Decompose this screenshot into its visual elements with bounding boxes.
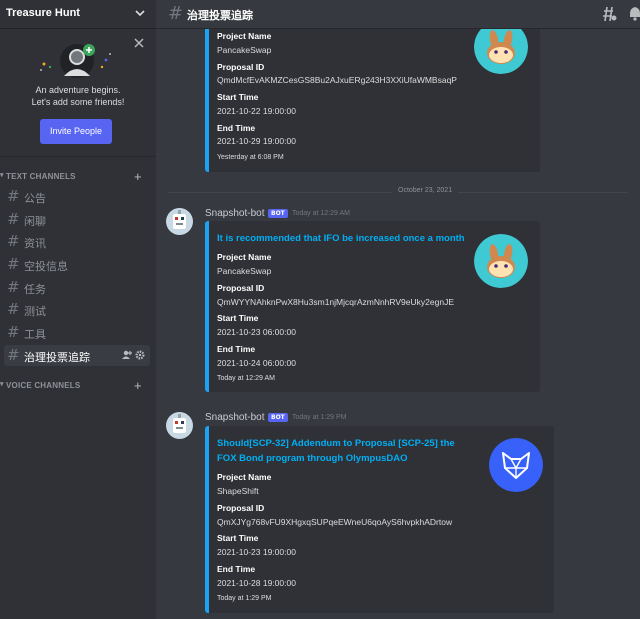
hash-icon: # [7, 187, 20, 205]
invite-people-button[interactable]: Invite People [40, 119, 112, 144]
channel-item[interactable]: # 测试 [4, 299, 150, 320]
field-name: Proposal ID [217, 62, 265, 72]
threads-icon[interactable] [601, 6, 617, 22]
channel-item[interactable]: # 资讯 [4, 231, 150, 252]
hash-icon: # [7, 323, 20, 341]
embed-title-link[interactable]: It is recommended that IFO be increased … [217, 231, 477, 246]
field-value: PancakeSwap [217, 266, 272, 276]
field-value: 2021-10-23 19:00:00 [217, 547, 296, 557]
channel-name: 公告 [24, 192, 46, 205]
proposal-embed: Project Name PancakeSwap Proposal ID Qmd… [205, 29, 540, 172]
category-label: VOICE CHANNELS [6, 381, 81, 390]
category-voice-channels[interactable]: ▾ VOICE CHANNELS + [0, 378, 156, 394]
proposal-embed: Should[SCP-32] Addendum to Proposal [SCP… [205, 426, 554, 613]
field-value: 2021-10-28 19:00:00 [217, 578, 296, 588]
channel-sidebar: Treasure Hunt An adventure begins. Let's… [0, 0, 156, 619]
field-name: Proposal ID [217, 503, 265, 513]
message-timestamp: Today at 1:29 PM [292, 414, 347, 421]
field-name: Start Time [217, 313, 259, 323]
add-channel-icon[interactable]: + [134, 378, 142, 393]
hash-icon: # [7, 210, 20, 228]
pancakeswap-logo-icon [474, 234, 528, 288]
channel-name: 治理投票追踪 [24, 351, 90, 364]
field-name: Project Name [217, 31, 272, 41]
create-invite-icon[interactable] [122, 350, 132, 360]
channel-name: 工具 [24, 328, 46, 341]
field-value: 2021-10-24 06:00:00 [217, 358, 296, 368]
hash-icon: # [7, 255, 20, 273]
invite-line-1: An adventure begins. [35, 85, 121, 95]
field-name: Start Time [217, 92, 259, 102]
field-value: 2021-10-22 19:00:00 [217, 106, 296, 116]
message-author[interactable]: Snapshot-bot [205, 208, 265, 219]
channel-item[interactable]: # 工具 [4, 322, 150, 343]
embed-footer-timestamp: Today at 12:29 AM [217, 375, 275, 382]
caret-down-icon: ▾ [0, 381, 4, 388]
field-name: End Time [217, 344, 256, 354]
message-timestamp: Today at 12:29 AM [292, 210, 350, 217]
pancakeswap-logo-icon [474, 29, 528, 74]
field-value: QmdMcfEvAKMZCesGS8Bu2AJxuERg243H3XXiUfaW… [217, 75, 457, 85]
date-divider: October 23, 2021 [392, 187, 459, 194]
proposal-embed: It is recommended that IFO be increased … [205, 221, 540, 392]
channel-name: 测试 [24, 305, 46, 318]
embed-title-link-line-1[interactable]: Should[SCP-32] Addendum to Proposal [SCP… [217, 436, 455, 451]
friends-illustration-icon [40, 44, 111, 78]
invite-line-2: Let's add some friends! [31, 97, 125, 107]
invite-card: An adventure begins. Let's add some frie… [0, 30, 156, 157]
server-name: Treasure Hunt [6, 7, 80, 19]
category-text-channels[interactable]: ▾ TEXT CHANNELS + [0, 169, 156, 185]
embed-title-link-line-2[interactable]: FOX Bond program through OlympusDAO [217, 451, 408, 466]
field-value: 2021-10-29 19:00:00 [217, 136, 296, 146]
channel-item[interactable]: # 闲聊 [4, 209, 150, 230]
hash-icon: # [7, 300, 20, 318]
bot-badge: BOT [268, 413, 288, 422]
hash-icon: # [168, 3, 184, 24]
category-label: TEXT CHANNELS [6, 172, 76, 181]
shapeshift-fox-logo-icon [489, 438, 543, 492]
channel-item[interactable]: # 空投信息 [4, 254, 150, 275]
field-value: QmWYYNAhknPwX8Hu3sm1njMjcqrAzmNnhRV9eUky… [217, 297, 454, 307]
field-name: Proposal ID [217, 283, 265, 293]
field-value: ShapeShift [217, 486, 259, 496]
embed-footer-timestamp: Today at 1:29 PM [217, 595, 272, 602]
robot-avatar-icon [173, 414, 186, 433]
field-name: End Time [217, 123, 256, 133]
field-value: 2021-10-23 06:00:00 [217, 327, 296, 337]
channel-name: 闲聊 [24, 215, 46, 228]
message-list: Project Name PancakeSwap Proposal ID Qmd… [156, 29, 640, 619]
hash-icon: # [7, 278, 20, 296]
channel-item-active[interactable]: # 治理投票追踪 [4, 345, 150, 366]
chevron-down-icon [135, 10, 145, 17]
field-value: QmXJYg768vFU9XHgxqSUPqeEWneU6qoAyS6hvpkh… [217, 517, 453, 527]
field-name: Project Name [217, 252, 272, 262]
robot-avatar-icon [173, 210, 186, 229]
hash-icon: # [7, 346, 20, 364]
channel-name: 空投信息 [24, 260, 68, 273]
channel-item[interactable]: # 公告 [4, 186, 150, 207]
message-author[interactable]: Snapshot-bot [205, 412, 265, 423]
embed-footer-timestamp: Yesterday at 6:08 PM [217, 154, 284, 161]
field-name: End Time [217, 564, 256, 574]
field-name: Project Name [217, 472, 272, 482]
channel-item[interactable]: # 任务 [4, 277, 150, 298]
avatar[interactable] [166, 412, 193, 439]
channel-title: 治理投票追踪 [187, 9, 253, 22]
gear-icon[interactable] [135, 350, 145, 360]
channel-name: 任务 [24, 283, 46, 296]
channel-header: # 治理投票追踪 [156, 0, 640, 29]
server-header[interactable]: Treasure Hunt [0, 0, 156, 29]
channel-name: 资讯 [24, 237, 46, 250]
bot-badge: BOT [268, 209, 288, 218]
caret-down-icon: ▾ [0, 172, 4, 179]
bell-icon[interactable] [628, 6, 640, 22]
hash-icon: # [7, 232, 20, 250]
field-value: PancakeSwap [217, 45, 272, 55]
field-name: Start Time [217, 533, 259, 543]
add-channel-icon[interactable]: + [134, 169, 142, 184]
avatar[interactable] [166, 208, 193, 235]
close-icon[interactable] [134, 38, 144, 48]
